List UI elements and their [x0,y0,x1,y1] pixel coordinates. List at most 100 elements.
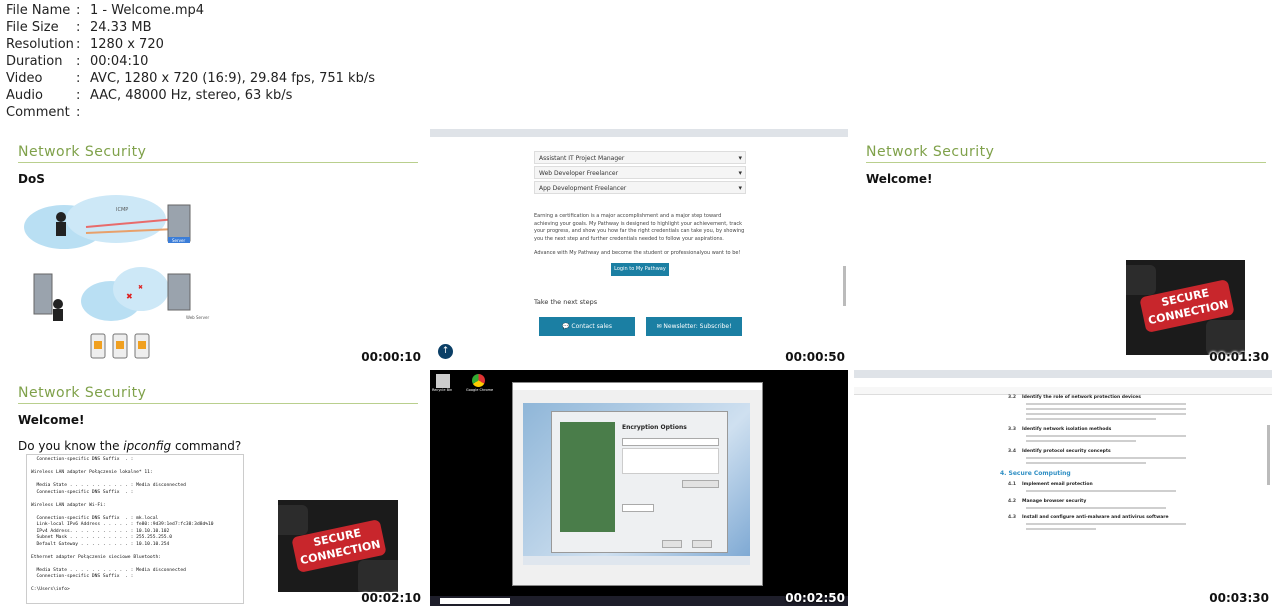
wizard-image [560,422,615,532]
pdf-toolbar [854,387,1272,395]
thumbnail-ipconfig-slide[interactable]: Network Security Welcome! Do you know th… [6,370,424,606]
info-value: 1 - Welcome.mp4 [90,3,205,18]
thumbnail-dos-slide[interactable]: Network Security DoS ICMP Server Web Ser… [6,129,424,365]
info-key: Audio [6,88,43,103]
recycle-bin-icon[interactable] [436,374,450,388]
info-key: Comment [6,105,70,120]
desktop-icon-label: Recycle Bin [432,388,453,392]
title-divider [18,162,418,163]
info-value: 1280 x 720 [90,37,164,52]
title-divider [866,162,1266,163]
veracrypt-wizard[interactable]: Encryption Options [551,411,728,553]
info-key: Resolution [6,37,74,52]
slide-heading: Welcome! [866,172,933,186]
scrollbar[interactable] [843,266,846,306]
scroll-top-icon[interactable]: ↑ [438,344,453,359]
objective-heading: Implement email protection [1022,482,1093,487]
hacker-icon [53,299,63,309]
virtualbox-window[interactable]: Encryption Options [512,382,763,586]
info-value: 24.33 MB [90,20,152,35]
info-row: Comment: [6,105,81,120]
info-key: Video [6,71,43,86]
timestamp: 00:02:50 [785,591,845,605]
chat-icon: 💬 [562,323,572,330]
server-icon [167,204,191,242]
webserver-icon [167,273,191,311]
benchmark-button[interactable] [682,480,719,488]
info-value: AVC, 1280 x 720 (16:9), 29.84 fps, 751 k… [90,71,375,86]
cart-icon [94,341,102,349]
cloud-icon [66,195,166,243]
info-key: File Name [6,3,71,18]
next-steps-heading: Take the next steps [534,298,598,306]
login-button[interactable]: Login to My Pathway [611,263,669,276]
thumbnail-exam-objectives[interactable]: 3.2 Identify the role of network protect… [854,370,1272,606]
info-row: File Name:1 - Welcome.mp4 [6,3,205,18]
newsletter-button[interactable]: ✉ Newsletter: Subscribe! [646,317,742,336]
slide-title: Network Security [866,144,995,160]
ipconfig-question: Do you know the ipconfig command? [18,439,242,453]
timestamp: 00:00:10 [361,350,421,364]
algorithm-select[interactable] [622,438,719,446]
info-value: 00:04:10 [90,54,149,69]
title-divider [18,403,418,404]
taskbar-search[interactable] [440,598,510,604]
hash-select[interactable] [622,504,654,512]
browser-tabs [854,370,1272,378]
attacker-pc-icon [33,273,53,315]
file-info: File Name:1 - Welcome.mp4 File Size:24.3… [6,2,375,121]
info-row: File Size:24.33 MB [6,20,152,35]
pdf-page: 3.2 Identify the role of network protect… [854,395,1272,606]
info-row: Audio: AAC, 48000 Hz, stereo, 63 kb/s [6,88,293,103]
svg-text:Web Server: Web Server [186,315,209,320]
info-row: Resolution:1280 x 720 [6,37,164,52]
terminal-output: Connection-specific DNS Suffix . : Wirel… [26,454,244,604]
vm-taskbar [523,556,750,565]
slide-title: Network Security [18,144,147,160]
info-row: Video: AVC, 1280 x 720 (16:9), 29.84 fps,… [6,71,375,86]
description-paragraph-2: Advance with My Pathway and become the s… [534,250,741,256]
vm-screen: Encryption Options [523,403,750,565]
block-icon: ✖ [138,284,143,291]
thumbnail-browser[interactable]: Assistant IT Project Manager Web Develop… [430,129,848,365]
info-row: Duration:00:04:10 [6,54,149,69]
web-page: Assistant IT Project Manager Web Develop… [430,146,848,365]
info-key: File Size [6,20,59,35]
hacker-body [53,309,63,321]
timestamp: 00:03:30 [1209,591,1269,605]
window-titlebar [513,383,762,390]
thumbnail-virtualbox-desktop[interactable]: Recycle Bin Google Chrome Encryption Opt… [430,370,848,606]
info-key: Duration [6,54,63,69]
slide-heading: Welcome! [18,413,85,427]
chrome-icon[interactable] [472,374,485,387]
dropdown[interactable]: App Development Freelancer [534,181,746,195]
next-button[interactable] [662,540,682,548]
svg-text:Server: Server [172,238,185,243]
timestamp: 00:00:50 [785,350,845,364]
dropdown[interactable]: Web Developer Freelancer [534,166,746,180]
contact-sales-button[interactable]: 💬 Contact sales [539,317,635,336]
description-box [622,448,719,474]
secure-connection-image: SECURE CONNECTION [278,500,398,592]
timestamp: 00:02:10 [361,591,421,605]
secure-connection-image: SECURE CONNECTION [1126,260,1245,355]
slide-heading: DoS [18,172,45,186]
objective-heading: Identify network isolation methods [1022,427,1112,432]
dos-diagram: ICMP Server Web Server ✖ ✖ [24,195,209,359]
hacker-icon [56,212,66,222]
description-paragraph: Earning a certification is a major accom… [534,213,745,242]
scrollbar[interactable] [1267,425,1270,485]
section-heading: 4. Secure Computing [1000,470,1071,477]
cart-icon [138,341,146,349]
dropdown[interactable]: Assistant IT Project Manager [534,151,746,165]
objective-heading: Install and configure anti-malware and a… [1022,515,1169,520]
svg-text:ICMP: ICMP [116,207,128,213]
objective-heading: Identify the role of network protection … [1022,395,1141,400]
block-icon: ✖ [126,292,133,301]
cancel-button[interactable] [692,540,712,548]
thumbnail-welcome-slide[interactable]: Network Security Welcome! SECURE CONNECT… [854,129,1272,365]
hacker-body [56,222,66,236]
objective-heading: Manage browser security [1022,499,1087,504]
timestamp: 00:01:30 [1209,350,1269,364]
desktop-icon-label: Google Chrome [466,388,494,392]
